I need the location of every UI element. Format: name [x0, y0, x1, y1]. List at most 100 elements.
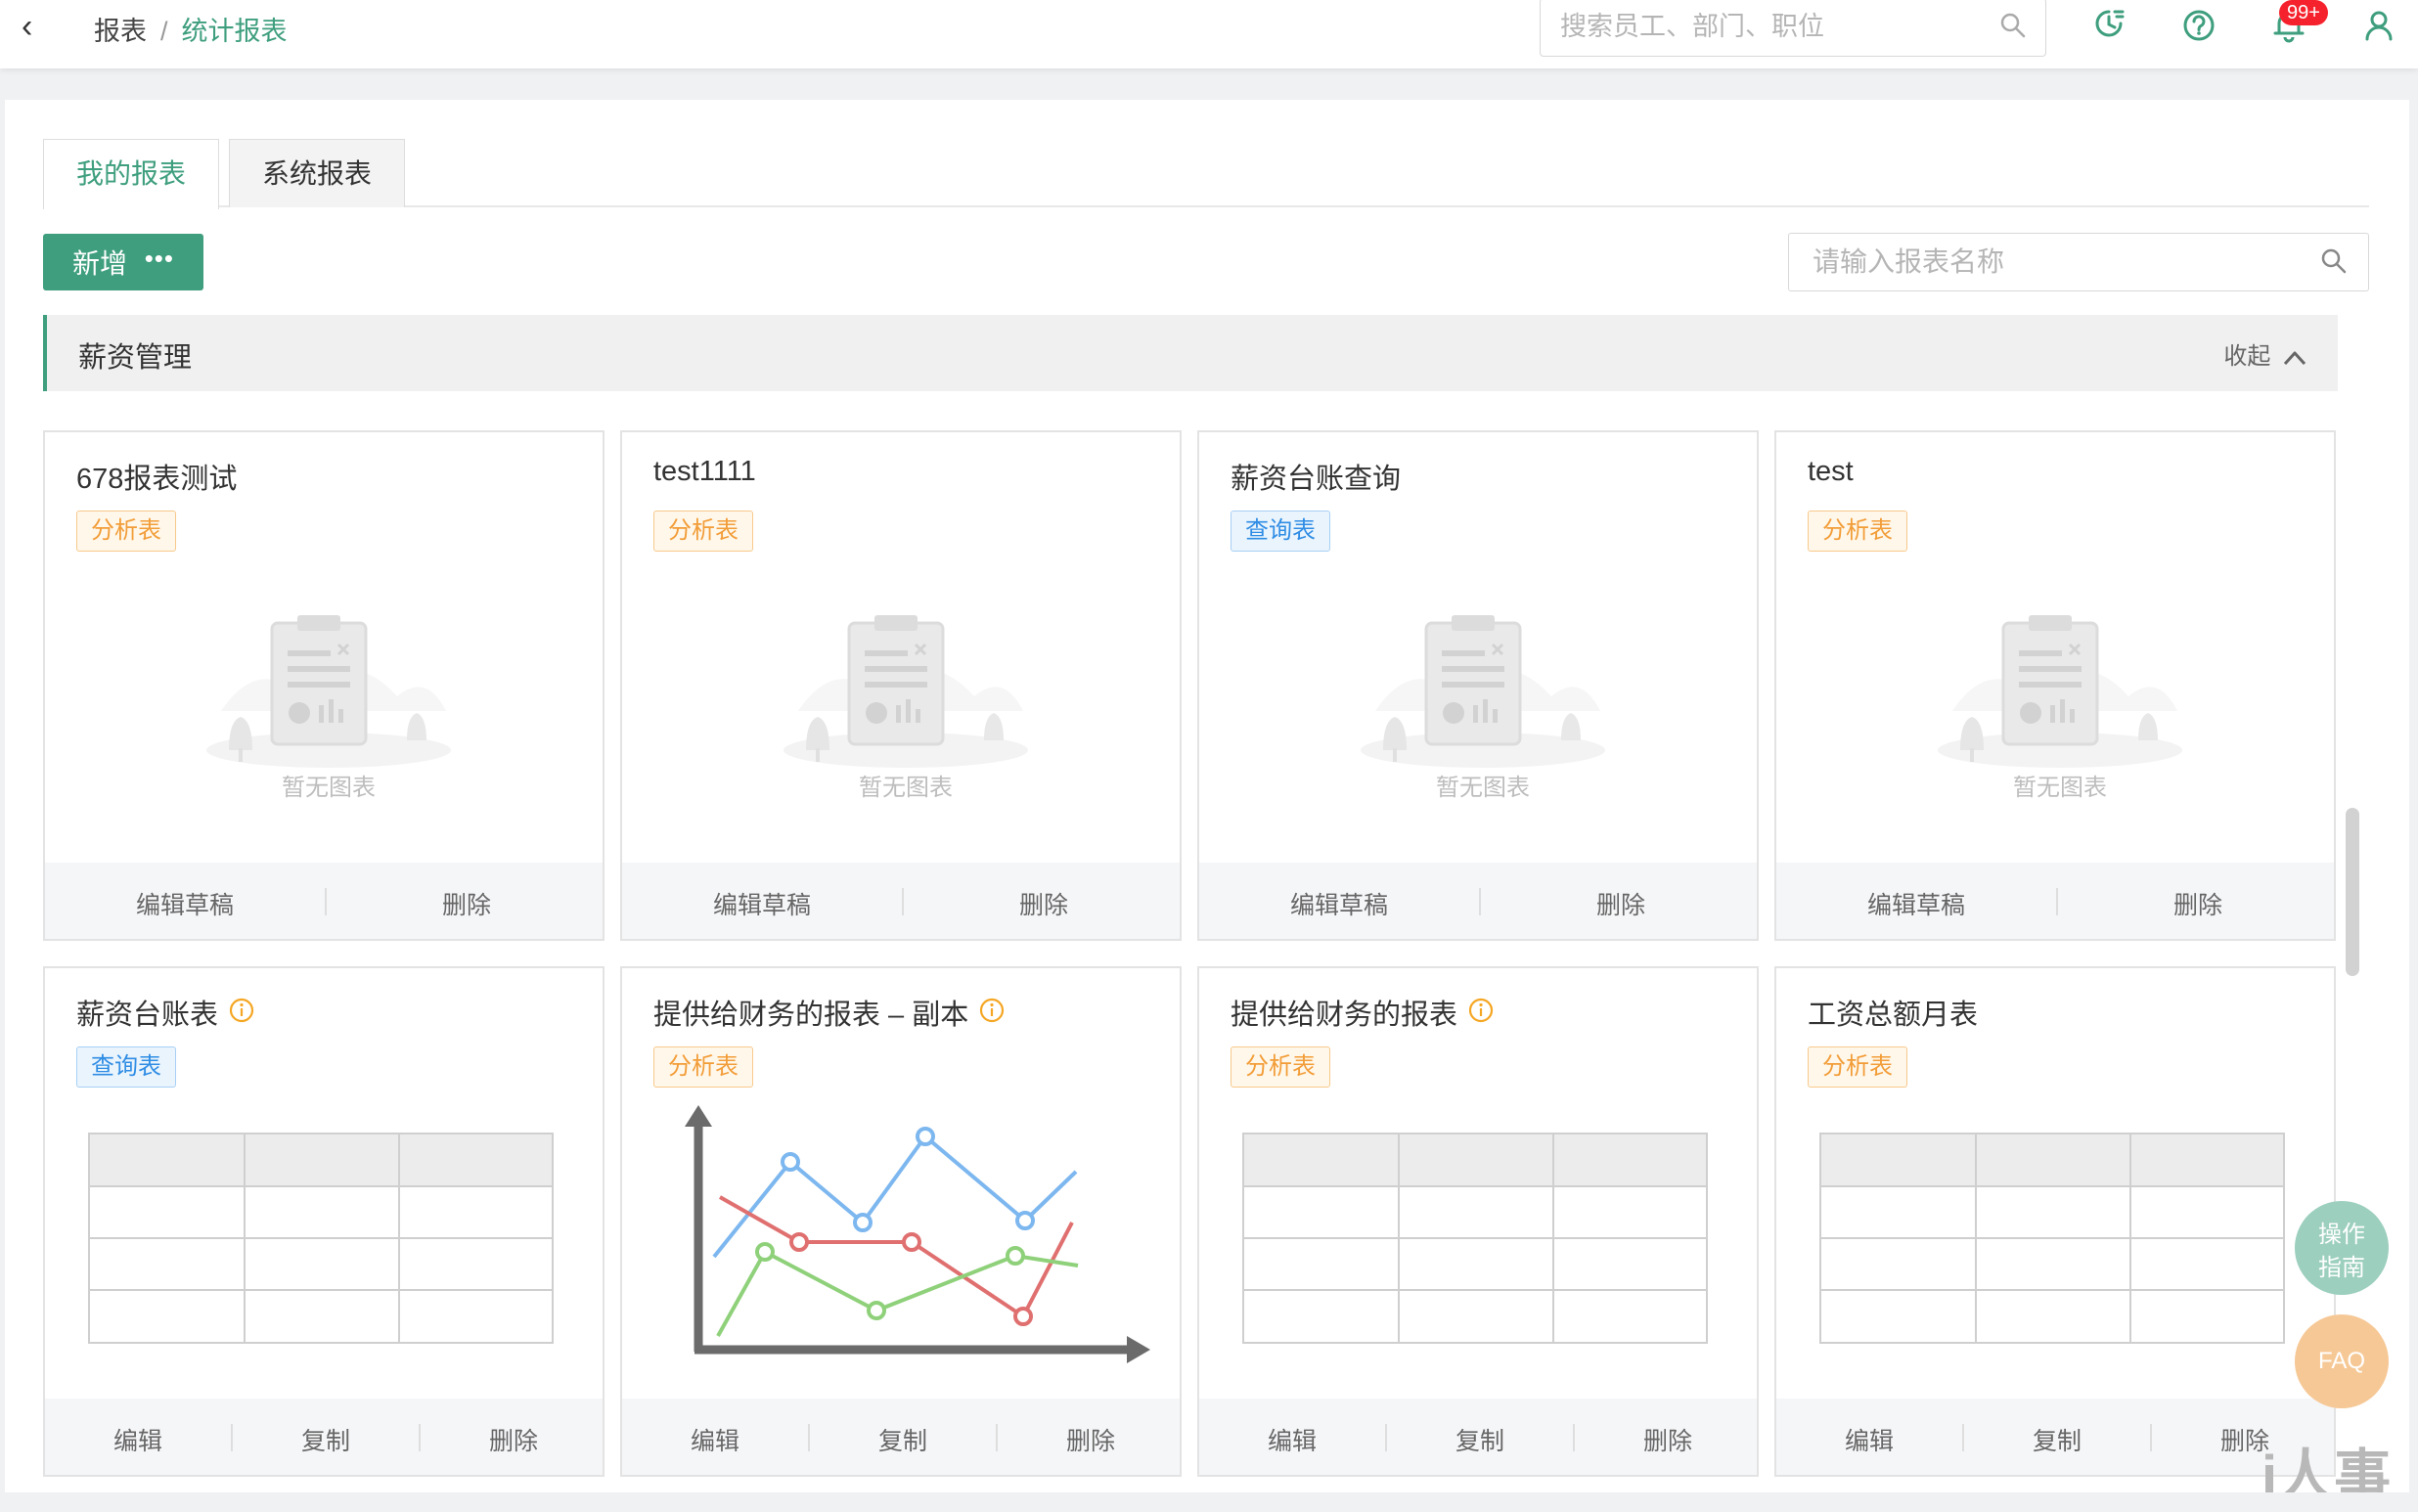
top-bar: ‹ 报表 / 统计报表 99+	[0, 0, 2418, 68]
delete-button[interactable]: 删除	[1575, 1422, 1757, 1457]
card-title: test	[1808, 456, 1854, 487]
faq-button[interactable]: FAQ	[2295, 1314, 2389, 1408]
card-title-row: 提供给财务的报表	[1231, 992, 1495, 1033]
tag-analysis: 分析表	[1808, 1046, 1907, 1088]
report-search	[1788, 233, 2369, 291]
tag-analysis: 分析表	[1808, 511, 1907, 552]
delete-button[interactable]: 删除	[1481, 886, 1757, 921]
report-card[interactable]: 薪资台账查询 查询表 暂无图表 编辑草稿 删除	[1197, 430, 1759, 941]
empty-chart-illustration: 暂无图表	[202, 603, 456, 801]
table-preview	[1819, 1133, 2285, 1344]
report-card[interactable]: test 分析表 暂无图表 编辑草稿 删除	[1774, 430, 2336, 941]
card-footer: 编辑草稿 删除	[1199, 863, 1757, 939]
delete-button[interactable]: 删除	[904, 886, 1180, 921]
tag-analysis: 分析表	[1231, 1046, 1330, 1088]
table-preview	[1242, 1133, 1708, 1344]
card-footer: 编辑草稿 删除	[1776, 863, 2334, 939]
search-icon[interactable]	[1998, 11, 2028, 45]
global-search	[1540, 0, 2046, 57]
empty-chart-text: 暂无图表	[2013, 775, 2107, 801]
card-footer: 编辑 复制 删除	[1199, 1399, 1757, 1475]
group-title: 薪资管理	[78, 342, 193, 374]
report-card[interactable]: 678报表测试 分析表 暂无图表 编辑草稿 删除	[43, 430, 604, 941]
guide-button[interactable]: 操作 指南	[2295, 1201, 2389, 1295]
edit-button[interactable]: 编辑	[1776, 1422, 1962, 1457]
report-card[interactable]: 薪资台账表 查询表 编辑 复制 删除	[43, 966, 604, 1477]
report-card[interactable]: 提供给财务的报表 – 副本 分析表 编辑 复制 删除	[620, 966, 1182, 1477]
tag-query: 查询表	[1231, 511, 1330, 552]
card-title: 提供给财务的报表	[1231, 1000, 1458, 1031]
empty-chart-text: 暂无图表	[282, 775, 376, 801]
breadcrumb-item-reports[interactable]: 报表	[94, 17, 147, 46]
card-title: 提供给财务的报表 – 副本	[653, 1000, 969, 1031]
group-header-salary: 薪资管理 收起	[43, 315, 2338, 391]
report-card[interactable]: 工资总额月表 分析表 编辑 复制 删除	[1774, 966, 2336, 1477]
edit-button[interactable]: 编辑	[1199, 1422, 1385, 1457]
info-icon[interactable]	[978, 997, 1006, 1032]
copy-button[interactable]: 复制	[233, 1422, 419, 1457]
guide-label-line2: 指南	[2318, 1255, 2365, 1281]
tab-system-reports[interactable]: 系统报表	[229, 139, 405, 207]
user-icon[interactable]	[2359, 4, 2398, 43]
edit-draft-button[interactable]: 编辑草稿	[45, 886, 325, 921]
tab-my-reports[interactable]: 我的报表	[43, 139, 219, 209]
empty-chart-illustration: 暂无图表	[1933, 603, 2187, 801]
card-footer: 编辑草稿 删除	[45, 863, 603, 939]
table-preview	[88, 1133, 554, 1344]
card-title: 678报表测试	[76, 464, 238, 495]
card-title: test1111	[653, 456, 756, 487]
delete-button[interactable]: 删除	[998, 1422, 1180, 1457]
empty-chart-text: 暂无图表	[1436, 775, 1530, 801]
breadcrumb-item-current: 统计报表	[181, 17, 288, 46]
edit-draft-button[interactable]: 编辑草稿	[1776, 886, 2056, 921]
back-chevron-icon[interactable]: ‹	[22, 8, 32, 46]
tag-query: 查询表	[76, 1046, 176, 1088]
delete-button[interactable]: 删除	[327, 886, 603, 921]
edit-button[interactable]: 编辑	[45, 1422, 231, 1457]
edit-button[interactable]: 编辑	[622, 1422, 808, 1457]
card-footer: 编辑 复制 删除	[45, 1399, 603, 1475]
tag-analysis: 分析表	[653, 1046, 753, 1088]
card-title: 薪资台账表	[76, 1000, 219, 1031]
report-card[interactable]: 提供给财务的报表 分析表 编辑 复制 删除	[1197, 966, 1759, 1477]
card-title-row: 提供给财务的报表 – 副本	[653, 992, 1006, 1033]
search-icon[interactable]	[2319, 246, 2349, 281]
line-chart-preview	[685, 1105, 1150, 1363]
help-icon[interactable]	[2179, 4, 2218, 43]
breadcrumb: 报表 / 统计报表	[94, 10, 288, 48]
guide-label-line1: 操作	[2318, 1222, 2365, 1248]
copy-button[interactable]: 复制	[1387, 1422, 1573, 1457]
notification-badge: 99+	[2279, 0, 2328, 25]
add-button-label: 新增	[72, 248, 128, 279]
empty-chart-illustration: 暂无图表	[779, 603, 1033, 801]
scrollbar-thumb[interactable]	[2346, 808, 2359, 976]
card-footer: 编辑草稿 删除	[622, 863, 1180, 939]
card-title: 薪资台账查询	[1231, 464, 1402, 495]
add-button[interactable]: 新增 •••	[43, 234, 203, 290]
card-footer: 编辑 复制 删除	[1776, 1399, 2334, 1475]
report-search-input[interactable]	[1811, 234, 2304, 290]
empty-chart-text: 暂无图表	[859, 775, 953, 801]
collapse-label: 收起	[2223, 343, 2271, 370]
card-title: 工资总额月表	[1808, 1000, 1979, 1031]
card-footer: 编辑 复制 删除	[622, 1399, 1180, 1475]
delete-button[interactable]: 删除	[421, 1422, 603, 1457]
tag-analysis: 分析表	[76, 511, 176, 552]
edit-draft-button[interactable]: 编辑草稿	[622, 886, 902, 921]
report-card[interactable]: test1111 分析表 暂无图表 编辑草稿 删除	[620, 430, 1182, 941]
collapse-toggle[interactable]: 收起	[2223, 336, 2308, 371]
empty-chart-illustration: 暂无图表	[1356, 603, 1610, 801]
chevron-up-icon	[2283, 351, 2306, 365]
copy-button[interactable]: 复制	[810, 1422, 996, 1457]
info-icon[interactable]	[1467, 997, 1495, 1032]
info-icon[interactable]	[228, 997, 255, 1032]
tag-analysis: 分析表	[653, 511, 753, 552]
delete-button[interactable]: 删除	[2058, 886, 2334, 921]
edit-draft-button[interactable]: 编辑草稿	[1199, 886, 1479, 921]
history-icon[interactable]	[2089, 4, 2128, 43]
copy-button[interactable]: 复制	[1964, 1422, 2150, 1457]
ellipsis-icon: •••	[144, 244, 174, 273]
card-title-row: 薪资台账表	[76, 992, 255, 1033]
global-search-input[interactable]	[1558, 0, 1993, 54]
bottom-strip	[0, 1492, 2418, 1510]
